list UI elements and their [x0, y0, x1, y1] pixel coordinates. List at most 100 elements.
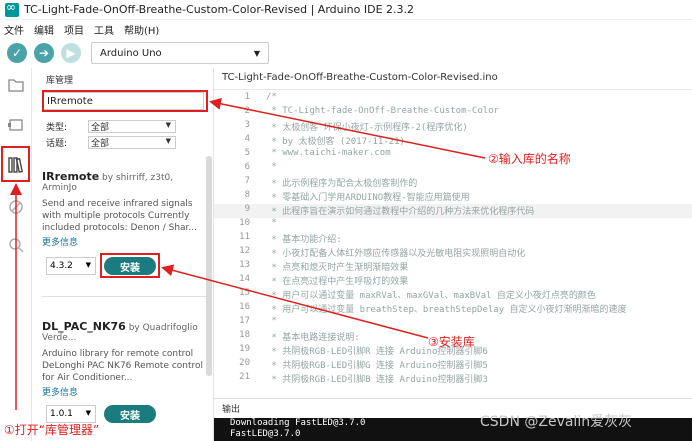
topic-filter-label: 话题: — [46, 139, 68, 149]
line-code: * by 太极创客 (2017-11-21) — [266, 137, 405, 147]
chevron-down-icon: ▼ — [165, 137, 171, 145]
code-line: 21 * 共阴极RGB-LED引脚B 连接 Arduino控制器引脚3 — [214, 372, 692, 386]
line-number: 1 — [244, 92, 250, 102]
line-code: * — [266, 316, 277, 326]
line-number: 11 — [239, 232, 250, 242]
topic-filter-row: 话题: 全部 ▼ — [46, 136, 176, 149]
code-line: 4 * by 太极创客 (2017-11-21) — [214, 134, 692, 148]
line-code: * 在点亮过程中产生呼吸灯的效果 — [266, 277, 409, 287]
topic-filter-select[interactable]: 全部 ▼ — [88, 136, 176, 149]
watermark: CSDN @Zevalin爱灰灰 — [480, 414, 633, 430]
board-selector[interactable]: Arduino Uno ▼ — [91, 42, 269, 64]
line-number: 14 — [239, 274, 250, 284]
menu-help[interactable]: 帮助(H) — [124, 22, 159, 37]
line-number: 12 — [239, 246, 250, 256]
code-line: 2 * TC-Light-fade-OnOff-Breathe-Custom-C… — [214, 106, 692, 120]
line-code: * 零基础入门学用ARDUINO教程-智能应用篇使用 — [266, 193, 470, 203]
code-line: 1 /* — [214, 92, 692, 106]
code-line: 17 * — [214, 316, 692, 330]
code-line: 3 * 太极创客 环保小夜灯-示例程序-2(程序优化) — [214, 120, 692, 134]
code-line: 13 * 点亮和熄灭时产生渐明渐暗效果 — [214, 260, 692, 274]
library-description: Arduino library for remote control DeLon… — [42, 349, 204, 383]
code-line: 20 * 共阴极RGB-LED引脚G 连接 Arduino控制器引脚5 — [214, 358, 692, 372]
line-code: * 基本电路连接说明: — [266, 333, 360, 343]
panel-title: 库管理 — [46, 76, 74, 86]
line-code: * — [266, 162, 277, 172]
menu-tools[interactable]: 工具 — [94, 22, 114, 37]
line-number: 9 — [244, 204, 250, 214]
more-info-link[interactable]: 更多信息 — [42, 235, 208, 248]
upload-button[interactable]: ➔ — [34, 43, 54, 63]
code-line: 16 * 用户可以通过变量 breathStep、breathStepDelay… — [214, 302, 692, 316]
library-card-dl-pac-nk76: DL_PAC_NK76 by Quadrifoglio Verde... Ard… — [42, 320, 208, 398]
line-number: 7 — [244, 176, 250, 186]
line-number: 8 — [244, 190, 250, 200]
library-name: IRremote — [42, 170, 100, 183]
line-code: * 用户可以通过变量 maxRVal、maxGVal、maxBVal 自定义小夜… — [266, 291, 596, 301]
chevron-down-icon: ▼ — [165, 121, 171, 129]
version-value: 1.0.1 — [50, 409, 73, 419]
line-number: 4 — [244, 134, 250, 144]
install-button[interactable]: 安装 — [104, 405, 156, 423]
line-number: 16 — [239, 302, 250, 312]
divider — [42, 296, 208, 297]
boards-manager-icon[interactable] — [7, 116, 25, 134]
more-info-link[interactable]: 更多信息 — [42, 385, 208, 398]
activity-bar — [0, 68, 32, 441]
debug-panel-icon[interactable] — [7, 198, 25, 216]
line-number: 15 — [239, 288, 250, 298]
line-number: 6 — [244, 162, 250, 172]
chevron-down-icon: ▼ — [253, 49, 260, 58]
arduino-ide-window: TC-Light-Fade-OnOff-Breathe-Custom-Color… — [0, 0, 692, 441]
library-description: Send and receive infrared signals with m… — [42, 199, 197, 233]
code-editor[interactable]: 1 /* 2 * TC-Light-fade-OnOff-Breathe-Custo… — [214, 90, 692, 398]
annotation-install: ③安装库 — [428, 335, 475, 349]
code-line: 11 * 基本功能介绍: — [214, 232, 692, 246]
line-number: 3 — [244, 120, 250, 130]
arduino-logo-icon — [5, 0, 19, 17]
code-line: 12 * 小夜灯配备人体红外感应传感器以及光敏电阻实现照明自动化 — [214, 246, 692, 260]
verify-button[interactable]: ✓ — [7, 43, 27, 63]
line-number: 19 — [239, 344, 250, 354]
version-select[interactable]: 4.3.2 ▼ — [46, 257, 96, 275]
search-icon[interactable] — [7, 236, 25, 254]
line-number: 20 — [239, 358, 250, 368]
line-code: * www.taichi-maker.com — [266, 148, 391, 158]
menu-edit[interactable]: 编辑 — [34, 22, 54, 37]
annotation-enter-name: ②输入库的名称 — [488, 152, 571, 166]
menu-file[interactable]: 文件 — [4, 22, 24, 37]
menu-project[interactable]: 项目 — [64, 22, 84, 37]
arrow-right-icon: ➔ — [38, 46, 50, 60]
type-filter-row: 类型: 全部 ▼ — [46, 120, 176, 133]
line-code: * TC-Light-fade-OnOff-Breathe-Custom-Col… — [266, 106, 499, 116]
line-code: * 共阴极RGB-LED引脚G 连接 Arduino控制器引脚5 — [266, 361, 488, 371]
code-line: 8 * 零基础入门学用ARDUINO教程-智能应用篇使用 — [214, 190, 692, 204]
title-bar: TC-Light-Fade-OnOff-Breathe-Custom-Color… — [0, 0, 692, 20]
line-number: 13 — [239, 260, 250, 270]
line-code: * 此程序旨在演示如何通过教程中介绍的几种方法来优化程序代码 — [266, 207, 535, 217]
version-value: 4.3.2 — [50, 261, 73, 271]
tab-sketch[interactable]: TC-Light-Fade-OnOff-Breathe-Custom-Color… — [222, 72, 498, 83]
library-card-irremote: IRremote by shirriff, z3t0, ArminJo Send… — [42, 170, 208, 248]
line-code: * — [266, 218, 277, 228]
panel-scrollbar[interactable] — [206, 156, 212, 376]
editor-tab-bar: TC-Light-Fade-OnOff-Breathe-Custom-Color… — [214, 68, 692, 90]
line-code: * 用户可以通过变量 breathStep、breathStepDelay 自定… — [266, 305, 627, 315]
toolbar: ✓ ➔ ▶ Arduino Uno ▼ — [0, 38, 692, 68]
debug-button[interactable]: ▶ — [61, 43, 81, 63]
sketchbook-folder-icon[interactable] — [7, 76, 25, 94]
type-filter-select[interactable]: 全部 ▼ — [88, 120, 176, 133]
line-code: * 点亮和熄灭时产生渐明渐暗效果 — [266, 263, 409, 273]
check-icon: ✓ — [11, 46, 23, 60]
line-number: 10 — [239, 218, 250, 228]
line-code: /* — [266, 92, 277, 102]
chevron-down-icon: ▼ — [85, 261, 91, 269]
line-number: 21 — [239, 372, 250, 382]
code-line: 10 * — [214, 218, 692, 232]
topic-filter-value: 全部 — [91, 139, 110, 149]
code-line: 15 * 用户可以通过变量 maxRVal、maxGVal、maxBVal 自定… — [214, 288, 692, 302]
line-code: * 共阴极RGB-LED引脚B 连接 Arduino控制器引脚3 — [266, 375, 488, 385]
line-number: 5 — [244, 148, 250, 158]
annotation-box-install — [100, 253, 160, 278]
annotation-box-library-icon — [1, 146, 30, 182]
